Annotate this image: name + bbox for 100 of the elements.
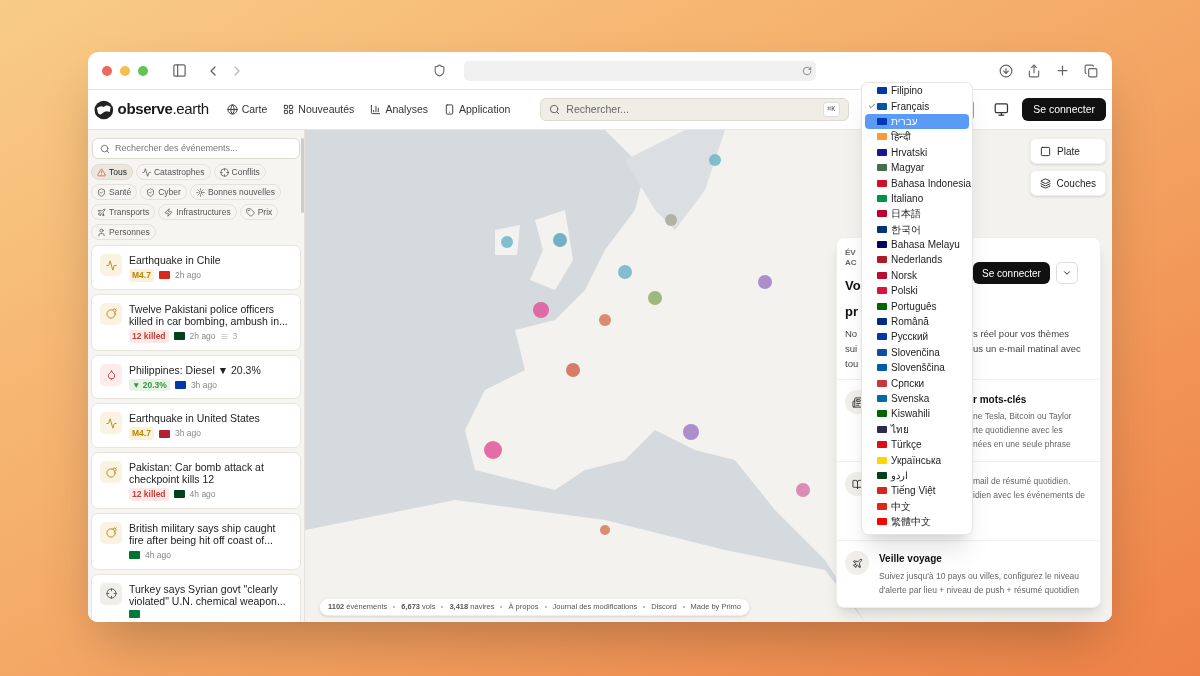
language-option[interactable]: Русский <box>865 329 969 345</box>
language-option[interactable]: Italiano <box>865 190 969 207</box>
pulse-icon <box>141 167 151 177</box>
language-option[interactable]: Kiswahili <box>865 406 969 422</box>
reload-icon[interactable] <box>802 65 812 76</box>
event-card[interactable]: Philippines: Diesel ▼ 20.3% ▼ 20.3% 3h ago <box>91 354 301 400</box>
event-title: Philippines: Diesel ▼ 20.3% <box>129 363 261 376</box>
language-option[interactable]: Bahasa Indonesia <box>865 175 969 191</box>
monitor-icon[interactable] <box>994 102 1010 117</box>
event-search-field[interactable]: Rechercher des événements... <box>115 141 292 156</box>
event-card[interactable]: Twelve Pakistani police officers killed in car bombing, ambush in... 12 killed 2h ago 3 <box>91 293 301 351</box>
language-option[interactable]: Français <box>865 98 969 114</box>
event-tag: 12 killed <box>129 488 169 501</box>
language-option[interactable]: Magyar <box>865 159 969 176</box>
language-option[interactable]: اردو <box>865 467 969 484</box>
language-option[interactable]: Bahasa Melayu <box>865 236 969 253</box>
filter-chip[interactable]: Prix <box>239 204 279 220</box>
filter-chip[interactable]: Infrastructures <box>158 204 237 220</box>
event-title: Earthquake in Chile <box>129 254 221 266</box>
sidebar-toggle-icon[interactable] <box>172 63 187 78</box>
share-icon[interactable] <box>1027 63 1041 78</box>
event-card[interactable]: Turkey says Syrian govt "clearly violated" U.N. chemical weapon... <box>91 573 301 622</box>
language-option[interactable]: ไทย <box>865 421 969 437</box>
source-count: 3 <box>232 329 238 343</box>
map-control-button[interactable]: Couches <box>1029 170 1106 196</box>
event-title: Pakistan: Car bomb attack at checkpoint kills 12 <box>129 461 265 485</box>
language-option[interactable]: Tiếng Việt <box>865 483 969 499</box>
filter-chip[interactable]: Bonnes nouvelles <box>189 184 281 200</box>
language-option[interactable]: Română <box>865 313 969 330</box>
language-option[interactable]: Polski <box>865 283 969 299</box>
feature-text: rte quotidienne avec les <box>973 424 1063 437</box>
event-time: 2h ago <box>189 329 216 343</box>
filter-chip[interactable]: Catastrophes <box>135 164 211 180</box>
nav-link[interactable]: Carte <box>226 101 268 118</box>
event-title: Earthquake in United States <box>129 412 260 425</box>
intro-text: No <box>845 327 858 341</box>
panel-title: Vo <box>845 277 861 295</box>
filter-chip[interactable]: Tous <box>91 164 133 180</box>
panel-eyebrow: AC <box>845 258 857 268</box>
event-tag: 12 killed <box>129 329 169 343</box>
language-option[interactable]: Nederlands <box>865 252 969 268</box>
globe-icon <box>226 104 238 115</box>
login-button[interactable]: Se connecter <box>1022 98 1106 121</box>
new-tab-icon[interactable] <box>1055 63 1070 78</box>
intro-text: sui <box>845 342 858 356</box>
language-option[interactable]: 中文 <box>865 498 969 514</box>
filter-chip[interactable]: Cyber <box>140 184 187 200</box>
intro-text: s réel pour vos thèmes <box>973 327 1070 341</box>
language-option[interactable]: हिन्दी <box>865 129 969 145</box>
map-control-button[interactable]: Plate <box>1030 138 1106 164</box>
event-search-box[interactable]: Rechercher des événements... <box>92 138 300 159</box>
chevron-down-icon <box>1061 268 1072 278</box>
event-card[interactable]: Pakistan: Car bomb attack at checkpoint kills 12 12 killed 4h ago <box>91 452 301 509</box>
download-icon[interactable] <box>999 63 1013 78</box>
shield-icon[interactable] <box>433 64 446 77</box>
language-option[interactable]: 日本語 <box>865 206 969 222</box>
language-option[interactable]: Norsk <box>865 267 969 284</box>
feature-title: Veille voyage <box>879 552 942 566</box>
event-card[interactable]: British military says ship caught fire after being hit off coast of... 4h ago <box>91 512 301 570</box>
filter-chip[interactable]: Transports <box>91 204 156 220</box>
nav-link[interactable]: Nouveautés <box>283 101 355 118</box>
event-card[interactable]: Earthquake in United States M4.7 3h ago <box>91 403 301 448</box>
filter-chip[interactable]: Conflits <box>213 164 266 180</box>
language-option[interactable]: Українська <box>865 452 969 468</box>
search-icon <box>100 143 110 154</box>
event-title: Twelve Pakistani police officers killed in car bombing, ambush in... <box>129 302 289 327</box>
language-option[interactable]: Српски <box>865 375 969 391</box>
language-option[interactable]: Português <box>865 298 969 314</box>
language-option[interactable]: Slovenščina <box>865 360 969 376</box>
shield-icon <box>146 187 156 197</box>
filter-chip[interactable]: Personnes <box>91 224 156 240</box>
language-option[interactable]: Filipino <box>865 83 969 99</box>
event-tag: M4.7 <box>129 269 154 282</box>
logo-text[interactable]: observe.earth <box>117 98 209 121</box>
shield-icon <box>97 187 106 197</box>
language-option[interactable]: 繁體中文 <box>865 513 969 530</box>
phone-icon <box>444 104 455 115</box>
search-field[interactable]: Rechercher... <box>566 101 818 118</box>
close-window-icon[interactable] <box>102 65 112 76</box>
filter-chip[interactable]: Santé <box>91 184 138 200</box>
language-option[interactable]: Türkçe <box>865 437 969 453</box>
nav-link[interactable]: Analyses <box>370 101 428 118</box>
intro-text: us un e-mail matinal avec <box>973 342 1081 356</box>
language-option[interactable]: Slovenčina <box>865 344 969 361</box>
event-time: 4h ago <box>145 548 171 562</box>
panel-title: pr <box>845 303 858 321</box>
globe-logo-icon <box>94 99 114 120</box>
language-option[interactable]: Hrvatski <box>865 144 969 160</box>
tag-icon <box>245 207 255 217</box>
feature-text: Suivez jusqu'à 10 pays ou villes, configurez le niveau d'alerte par lieu + niveau de push + résumé quotidien <box>879 570 1081 597</box>
bar-chart-icon <box>370 104 382 115</box>
event-time: 3h ago <box>174 427 201 440</box>
event-time: 3h ago <box>190 378 217 392</box>
user-icon <box>97 227 106 237</box>
tabs-icon[interactable] <box>1084 63 1098 78</box>
nav-link[interactable]: Application <box>444 101 511 118</box>
language-option[interactable]: Svenska <box>865 390 969 407</box>
login-button[interactable]: Se connecter <box>973 262 1050 284</box>
event-card[interactable]: Earthquake in Chile M4.7 2h ago <box>91 245 301 290</box>
language-option[interactable]: 한국어 <box>865 221 969 237</box>
